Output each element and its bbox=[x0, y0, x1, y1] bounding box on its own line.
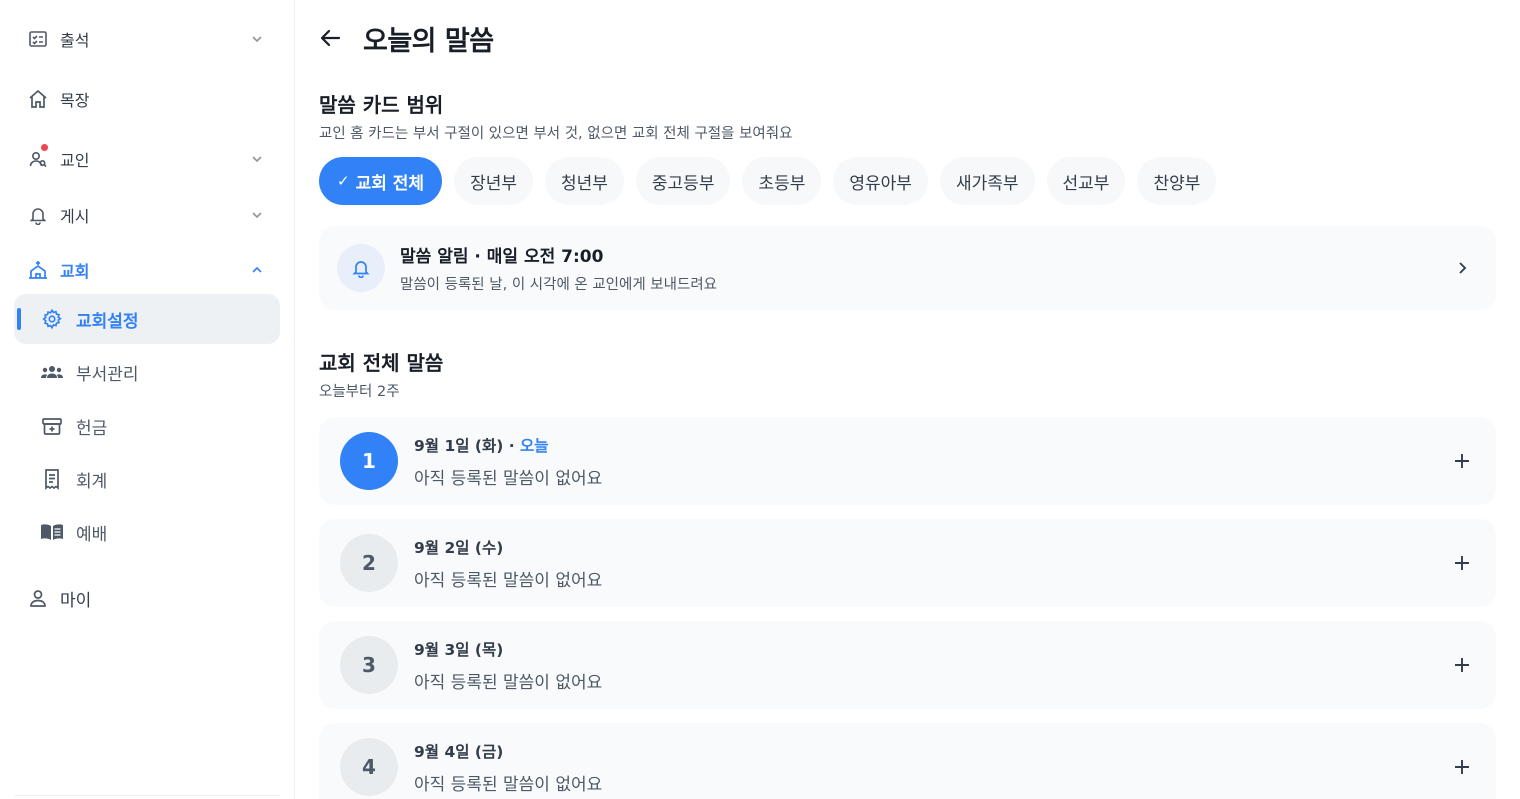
sidebar-item-label: 헌금 bbox=[76, 418, 108, 439]
main-content: 오늘의 말씀 말씀 카드 범위 교인 홈 카드는 부서 구절이 있으면 부서 것… bbox=[319, 0, 1496, 799]
page-header: 오늘의 말씀 bbox=[319, 18, 494, 58]
day-verse-status: 아직 등록된 말씀이 없어요 bbox=[414, 774, 603, 795]
day-date: 9월 3일 (목) bbox=[414, 640, 504, 659]
sidebar-subitem-accounting[interactable]: 회계 bbox=[14, 454, 280, 504]
chip-label: 교회 전체 bbox=[355, 173, 425, 194]
sidebar-item-label: 예배 bbox=[76, 524, 108, 545]
plus-icon[interactable] bbox=[1450, 551, 1474, 575]
chip-newcomer[interactable]: 새가족부 bbox=[939, 157, 1035, 205]
sidebar-subitem-offering[interactable]: 헌금 bbox=[14, 401, 280, 451]
sidebar-item-members[interactable]: 교인 bbox=[14, 134, 280, 184]
list-section-subtitle: 오늘부터 2주 bbox=[319, 384, 400, 400]
check-icon: ✓ bbox=[337, 172, 350, 190]
day-date-text: 9월 1일 (화) bbox=[414, 436, 504, 455]
back-arrow-icon[interactable] bbox=[319, 27, 341, 49]
chip-infant[interactable]: 영유아부 bbox=[833, 157, 928, 205]
day-number-badge: 4 bbox=[340, 738, 398, 796]
chip-youth[interactable]: 청년부 bbox=[544, 157, 624, 205]
sidebar-item-attendance[interactable]: 출석 bbox=[14, 14, 280, 64]
sidebar-item-label: 회계 bbox=[76, 471, 108, 492]
chevron-up-icon bbox=[252, 266, 262, 273]
selection-indicator bbox=[17, 308, 21, 330]
chip-adult[interactable]: 장년부 bbox=[454, 157, 533, 205]
plus-icon[interactable] bbox=[1450, 449, 1474, 473]
list-item: 1 9월 1일 (화) · 오늘 아직 등록된 말씀이 없어요 bbox=[319, 417, 1496, 505]
chip-praise[interactable]: 찬양부 bbox=[1137, 157, 1217, 205]
plus-icon[interactable] bbox=[1450, 653, 1474, 677]
day-verse-status: 아직 등록된 말씀이 없어요 bbox=[414, 468, 603, 489]
day-verse-status: 아직 등록된 말씀이 없어요 bbox=[414, 570, 603, 591]
bell-icon bbox=[352, 261, 370, 278]
gear-icon bbox=[40, 307, 64, 331]
sidebar-item-label: 게시 bbox=[60, 207, 90, 226]
alarm-desc: 말씀이 등록된 날, 이 시각에 온 교인에게 보내드려요 bbox=[400, 277, 718, 293]
day-info: 9월 4일 (금) 아직 등록된 말씀이 없어요 bbox=[414, 740, 602, 795]
day-info: 9월 2일 (수) 아직 등록된 말씀이 없어요 bbox=[414, 536, 602, 591]
bell-icon bbox=[26, 203, 50, 227]
chip-teen[interactable]: 중고등부 bbox=[635, 157, 731, 205]
sidebar-item-my[interactable]: 마이 bbox=[14, 573, 280, 623]
sidebar-item-label: 교회설정 bbox=[76, 311, 139, 332]
sidebar-item-cell-group[interactable]: 목장 bbox=[14, 74, 280, 124]
plus-icon[interactable] bbox=[1450, 755, 1474, 779]
alarm-settings-card[interactable]: 말씀 알림 · 매일 오전 7:00 말씀이 등록된 날, 이 시각에 온 교인… bbox=[319, 226, 1496, 310]
sidebar-item-label: 부서관리 bbox=[76, 364, 139, 385]
chevron-down-icon bbox=[252, 36, 262, 43]
church-icon bbox=[26, 258, 50, 282]
list-item: 2 9월 2일 (수) 아직 등록된 말씀이 없어요 bbox=[319, 519, 1496, 607]
sidebar-item-label: 교회 bbox=[60, 262, 90, 281]
sidebar: 출석 목장 교인 게시 교회 교회설정 부서관리 헌금 회계 예배 마이 bbox=[0, 0, 295, 799]
sidebar-item-label: 마이 bbox=[60, 590, 92, 611]
scope-chip-group: ✓ 교회 전체 장년부 청년부 중고등부 초등부 영유아부 새가족부 선교부 찬… bbox=[319, 157, 1217, 205]
sidebar-item-label: 교인 bbox=[60, 151, 90, 170]
chip-mission[interactable]: 선교부 bbox=[1046, 157, 1126, 205]
offering-box-icon bbox=[40, 414, 64, 438]
scope-section-subtitle: 교인 홈 카드는 부서 구절이 있으면 부서 것, 없으면 교회 전체 구절을 … bbox=[319, 126, 793, 142]
chevron-down-icon bbox=[252, 156, 262, 163]
sidebar-item-label: 출석 bbox=[60, 31, 90, 50]
list-section-title: 교회 전체 말씀 bbox=[319, 351, 444, 375]
notification-badge bbox=[41, 144, 48, 151]
home-icon bbox=[26, 87, 50, 111]
checklist-icon bbox=[26, 27, 50, 51]
book-icon bbox=[40, 520, 64, 544]
alarm-icon-wrap bbox=[337, 244, 385, 292]
day-date: 9월 1일 (화) · 오늘 bbox=[414, 436, 549, 455]
scope-section-title: 말씀 카드 범위 bbox=[319, 93, 444, 117]
person-icon bbox=[26, 586, 50, 610]
group-icon bbox=[40, 360, 64, 384]
sidebar-divider bbox=[14, 795, 280, 796]
sidebar-subitem-worship[interactable]: 예배 bbox=[14, 507, 280, 557]
sidebar-subitem-departments[interactable]: 부서관리 bbox=[14, 347, 280, 397]
alarm-title: 말씀 알림 · 매일 오전 7:00 bbox=[400, 247, 604, 267]
sidebar-item-board[interactable]: 게시 bbox=[14, 190, 280, 240]
sidebar-item-label: 목장 bbox=[60, 91, 90, 110]
sidebar-subitem-church-settings[interactable]: 교회설정 bbox=[14, 294, 280, 344]
members-icon bbox=[26, 147, 50, 171]
day-date: 9월 2일 (수) bbox=[414, 538, 504, 557]
sidebar-item-church[interactable]: 교회 bbox=[14, 245, 280, 295]
day-verse-status: 아직 등록된 말씀이 없어요 bbox=[414, 672, 603, 693]
day-info: 9월 3일 (목) 아직 등록된 말씀이 없어요 bbox=[414, 638, 602, 693]
chip-church-all[interactable]: ✓ 교회 전체 bbox=[319, 157, 443, 205]
day-number-badge: 2 bbox=[340, 534, 398, 592]
alarm-text: 말씀 알림 · 매일 오전 7:00 말씀이 등록된 날, 이 시각에 온 교인… bbox=[400, 242, 717, 294]
day-date: 9월 4일 (금) bbox=[414, 742, 504, 761]
chevron-down-icon bbox=[252, 212, 262, 219]
chip-elementary[interactable]: 초등부 bbox=[742, 157, 822, 205]
today-tag: 오늘 bbox=[520, 436, 549, 455]
list-item: 4 9월 4일 (금) 아직 등록된 말씀이 없어요 bbox=[319, 723, 1496, 799]
day-info: 9월 1일 (화) · 오늘 아직 등록된 말씀이 없어요 bbox=[414, 434, 602, 489]
day-number-badge: 3 bbox=[340, 636, 398, 694]
ledger-icon bbox=[40, 467, 64, 491]
list-item: 3 9월 3일 (목) 아직 등록된 말씀이 없어요 bbox=[319, 621, 1496, 709]
day-number-badge: 1 bbox=[340, 432, 398, 490]
page-title: 오늘의 말씀 bbox=[363, 25, 494, 57]
chevron-right-icon bbox=[1459, 262, 1467, 274]
